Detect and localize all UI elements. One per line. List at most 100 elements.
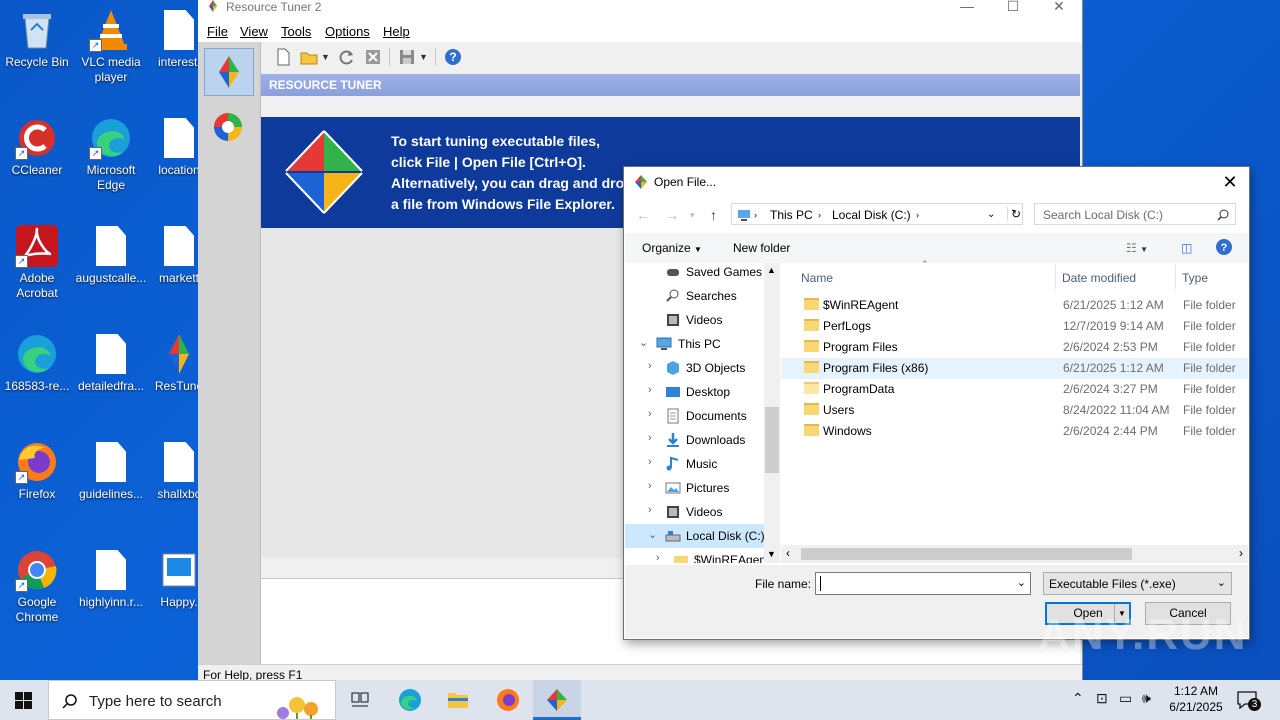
taskbar-file-explorer[interactable] <box>434 680 482 720</box>
menu-options[interactable]: Options <box>325 24 370 39</box>
refresh-icon[interactable]: ↻ <box>1007 207 1021 221</box>
network-icon[interactable]: ▭ <box>1119 690 1132 707</box>
desktop-icon-168583[interactable]: 168583-re... <box>0 332 74 394</box>
column-header-date[interactable]: Date modified <box>1062 271 1136 285</box>
notification-center-button[interactable]: 3 <box>1236 690 1261 712</box>
help-icon[interactable]: ? <box>1216 239 1232 258</box>
maximize-icon[interactable]: ☐ <box>990 0 1036 16</box>
desktop-icon-ccleaner[interactable]: ↗ CCleaner <box>0 116 74 178</box>
desktop-icon-vlc[interactable]: ↗ VLC media player <box>74 8 148 85</box>
desktop-icon-adobe-acrobat[interactable]: ↗ Adobe Acrobat <box>0 224 74 301</box>
nav-item-downloads[interactable]: › Downloads <box>625 428 765 452</box>
new-folder-button[interactable]: New folder <box>733 241 790 255</box>
menu-view[interactable]: View <box>240 24 268 39</box>
network-status-icon[interactable]: ⊡ <box>1096 690 1108 707</box>
desktop-icon-detailedfra[interactable]: detailedfra... <box>74 332 148 394</box>
open-folder-icon[interactable] <box>299 47 319 67</box>
minimize-icon[interactable]: — <box>944 0 990 16</box>
menu-tools[interactable]: Tools <box>281 24 311 39</box>
menu-file[interactable]: File <box>207 24 228 39</box>
search-input[interactable]: Search Local Disk (C:) <box>1043 208 1163 222</box>
nav-item-this-pc[interactable]: ⌄ This PC <box>625 332 765 356</box>
file-row[interactable]: Users 8/24/2022 11:04 AM File folder <box>781 400 1248 421</box>
nav-item-3d-objects[interactable]: › 3D Objects <box>625 356 765 380</box>
file-row[interactable]: $WinREAgent 6/21/2025 1:12 AM File folde… <box>781 295 1248 316</box>
sidebar-resource-tuner-button[interactable] <box>204 48 254 96</box>
navigation-scrollbar[interactable]: ▲ ▼ <box>764 263 780 563</box>
new-file-icon[interactable] <box>273 47 293 67</box>
help-icon[interactable]: ? <box>443 47 463 67</box>
file-row[interactable]: Program Files 2/6/2024 2:53 PM File fold… <box>781 337 1248 358</box>
close-file-icon[interactable] <box>363 47 383 67</box>
taskbar-edge[interactable] <box>386 680 434 720</box>
scroll-up-icon[interactable]: ▲ <box>767 265 776 275</box>
column-header-type[interactable]: Type <box>1182 271 1208 285</box>
address-dropdown-icon[interactable]: ⌄ <box>987 209 995 220</box>
file-name-input[interactable]: ⌄ <box>815 572 1031 595</box>
task-view-button[interactable] <box>336 680 384 720</box>
taskbar-clock[interactable]: 1:12 AM 6/21/2025 <box>1164 683 1228 715</box>
taskbar-firefox[interactable] <box>484 680 532 720</box>
file-list-horizontal-scrollbar[interactable]: ‹ › <box>781 545 1248 563</box>
nav-item-music[interactable]: › Music <box>625 452 765 476</box>
scrollbar-thumb[interactable] <box>765 407 779 473</box>
organize-button[interactable]: Organize ▼ <box>642 241 702 255</box>
nav-item-label: Saved Games <box>686 265 763 279</box>
nav-item-searches[interactable]: Searches <box>625 284 765 308</box>
view-options-icon[interactable]: ☷ ▼ <box>1126 241 1148 255</box>
nav-item-label: Videos <box>686 505 723 519</box>
breadcrumb-this-pc[interactable]: This PC <box>770 208 813 222</box>
file-row[interactable]: ProgramData 2/6/2024 3:27 PM File folder <box>781 379 1248 400</box>
file-type-select[interactable]: Executable Files (*.exe) ⌄ <box>1043 572 1232 595</box>
desktop-icon-guidelines[interactable]: guidelines... <box>74 440 148 502</box>
nav-item-videos[interactable]: › Videos <box>625 500 765 524</box>
up-arrow-icon[interactable]: ↑ <box>710 207 717 223</box>
preview-pane-icon[interactable]: ◫ <box>1181 241 1192 255</box>
nav-item-desktop[interactable]: › Desktop <box>625 380 765 404</box>
taskbar-resource-tuner[interactable] <box>533 680 581 720</box>
scroll-down-icon[interactable]: ▼ <box>767 549 776 559</box>
file-date: 2/6/2024 3:27 PM <box>1063 382 1158 396</box>
nav-item-local-disk[interactable]: ⌄ Local Disk (C:) <box>625 524 765 548</box>
breadcrumb-local-disk[interactable]: Local Disk (C:) <box>832 208 911 222</box>
desktop-icon-recycle-bin[interactable]: Recycle Bin <box>0 8 74 70</box>
save-icon[interactable] <box>397 47 417 67</box>
desktop-icon-edge[interactable]: ↗ Microsoft Edge <box>74 116 148 193</box>
recent-locations-icon[interactable]: ▾ <box>690 210 695 221</box>
nav-item-label: This PC <box>678 337 721 351</box>
save-dropdown-icon[interactable]: ▼ <box>419 47 429 67</box>
desktop-icon-augustcalle[interactable]: augustcalle... <box>74 224 148 286</box>
nav-item-documents[interactable]: › Documents <box>625 404 765 428</box>
nav-item-winreagent[interactable]: › $WinREAgent <box>625 548 765 563</box>
title-bar[interactable]: Resource Tuner 2 — ☐ ✕ <box>198 0 1082 20</box>
close-icon[interactable]: ✕ <box>1036 0 1082 16</box>
scroll-left-icon[interactable]: ‹ <box>786 546 790 560</box>
address-bar[interactable]: › This PC › Local Disk (C:) › ⌄ ↻ <box>731 203 1023 225</box>
desktop-icon-highlyinn[interactable]: highlyinn.r... <box>74 548 148 610</box>
taskbar-search-input[interactable]: Type here to search <box>89 693 222 710</box>
search-box[interactable]: Search Local Disk (C:) <box>1034 203 1236 225</box>
column-header-name[interactable]: Name <box>801 271 833 285</box>
scrollbar-thumb[interactable] <box>801 548 1132 560</box>
menu-help[interactable]: Help <box>383 24 410 39</box>
sidebar-color-wheel-button[interactable] <box>204 104 252 150</box>
file-row[interactable]: PerfLogs 12/7/2019 9:14 AM File folder <box>781 316 1248 337</box>
desktop-icon-firefox[interactable]: ↗ Firefox <box>0 440 74 502</box>
nav-item-videos-quick[interactable]: Videos <box>625 308 765 332</box>
open-dropdown-icon[interactable]: ▼ <box>321 47 331 67</box>
desktop-icon-google-chrome[interactable]: ↗ Google Chrome <box>0 548 74 625</box>
back-arrow-icon[interactable]: ← <box>636 207 650 223</box>
nav-item-pictures[interactable]: › Pictures <box>625 476 765 500</box>
file-row[interactable]: Windows 2/6/2024 2:44 PM File folder <box>781 421 1248 442</box>
chevron-down-icon[interactable]: ⌄ <box>1017 576 1026 589</box>
forward-arrow-icon[interactable]: → <box>665 207 679 223</box>
show-hidden-icons-chevron-icon[interactable]: ⌃ <box>1072 690 1084 707</box>
start-button[interactable] <box>0 680 48 720</box>
file-row[interactable]: Program Files (x86) 6/21/2025 1:12 AM Fi… <box>781 358 1248 379</box>
taskbar-search-box[interactable]: Type here to search <box>48 680 336 720</box>
refresh-icon[interactable] <box>337 47 357 67</box>
close-icon[interactable]: ✕ <box>1219 171 1241 193</box>
scroll-right-icon[interactable]: › <box>1239 546 1243 560</box>
nav-item-saved-games[interactable]: Saved Games <box>625 260 765 284</box>
volume-icon[interactable]: 🕪 <box>1142 690 1151 707</box>
